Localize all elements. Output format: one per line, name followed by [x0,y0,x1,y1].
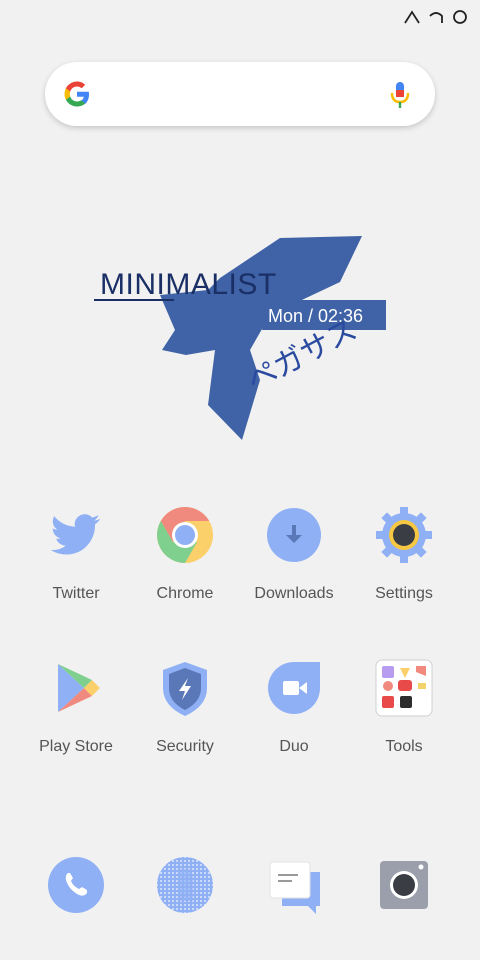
messages-icon [269,861,320,914]
app-duo[interactable]: Duo [239,658,349,756]
app-twitter[interactable]: Twitter [21,505,131,603]
app-label: Twitter [52,585,100,602]
app-settings[interactable]: Settings [349,505,459,603]
google-g-icon [64,81,89,107]
app-label: Duo [279,738,309,755]
download-arrow-icon [264,505,324,565]
app-label: Tools [385,738,423,755]
app-security[interactable]: Security [130,658,240,756]
duo-video-icon [264,658,324,718]
play-store-icon [46,658,106,718]
dock-phone[interactable] [46,855,106,915]
app-label: Chrome [156,585,214,602]
camera-icon [380,861,428,909]
dock-contacts[interactable] [155,855,215,915]
twitter-bird-icon [46,505,106,565]
app-chrome[interactable]: Chrome [130,505,240,603]
dock-camera[interactable] [374,855,434,915]
google-search-bar[interactable] [45,62,435,126]
contacts-dotted-icon [157,857,213,913]
shield-bolt-icon [155,658,215,718]
tools-folder-icon [374,658,434,718]
app-label: Play Store [39,738,113,755]
nav-back-arrow-icon [429,12,443,23]
app-play-store[interactable]: Play Store [21,658,131,756]
dock-messages[interactable] [264,858,324,918]
phone-icon [48,857,104,913]
app-downloads[interactable]: Downloads [239,505,349,603]
app-label: Downloads [254,585,334,602]
status-icons [402,8,470,26]
gear-icon [374,505,434,565]
nav-back-line-icon [404,10,420,24]
app-label: Settings [375,585,433,602]
nav-home-circle-icon [453,10,467,24]
app-label: Security [156,738,214,755]
microphone-icon[interactable] [389,80,411,110]
chrome-icon [155,505,215,565]
minimalist-clock-widget[interactable]: MINIMALIST Mon / 02:36 ペガサス [90,230,390,450]
app-tools[interactable]: Tools [349,658,459,756]
widget-title: MINIMALIST [100,268,277,301]
status-bar [0,0,480,34]
